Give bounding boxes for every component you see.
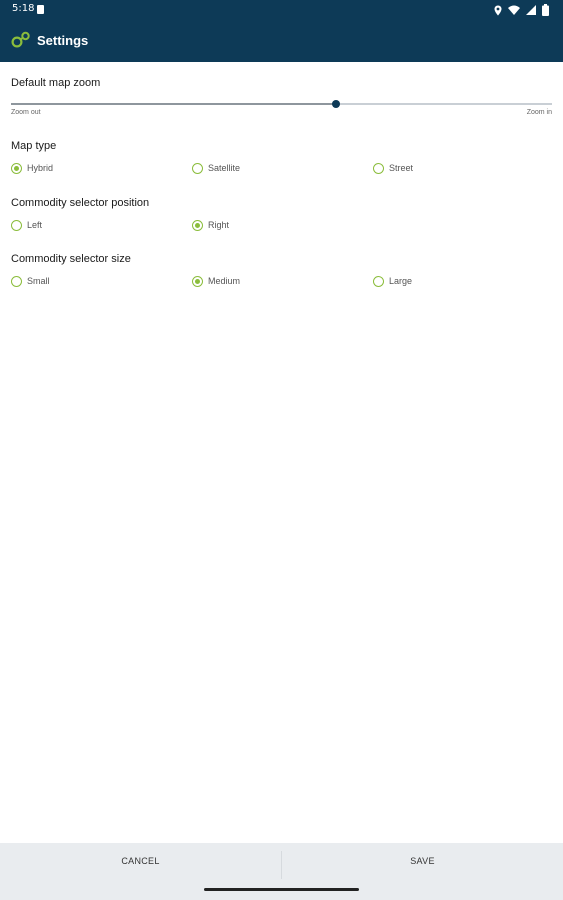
page-title: Settings bbox=[37, 33, 89, 48]
selector-size-option-large[interactable]: Large bbox=[373, 273, 412, 289]
cancel-button[interactable]: CANCEL bbox=[0, 843, 281, 879]
selector-size-group: Small Medium Large bbox=[11, 273, 552, 289]
radio-button[interactable] bbox=[192, 162, 203, 174]
status-time: 5:18 bbox=[12, 3, 35, 14]
selector-position-option-right[interactable]: Right bbox=[192, 217, 229, 233]
app-logo-icon bbox=[11, 31, 30, 48]
selector-size-title: Commodity selector size bbox=[11, 253, 131, 265]
status-bar: 5:18 bbox=[0, 0, 563, 20]
home-indicator[interactable] bbox=[204, 888, 359, 891]
radio-button[interactable] bbox=[373, 275, 384, 287]
radio-label: Small bbox=[27, 276, 50, 286]
status-icons bbox=[494, 3, 549, 17]
location-icon bbox=[494, 5, 502, 15]
signal-icon bbox=[526, 5, 536, 15]
radio-label: Left bbox=[27, 220, 43, 230]
map-type-option-hybrid[interactable]: Hybrid bbox=[11, 160, 53, 176]
zoom-min-label: Zoom out bbox=[11, 109, 41, 116]
save-button[interactable]: SAVE bbox=[282, 843, 563, 879]
selector-size-option-small[interactable]: Small bbox=[11, 273, 50, 289]
zoom-title: Default map zoom bbox=[11, 77, 101, 89]
zoom-slider-thumb[interactable] bbox=[331, 100, 340, 108]
radio-label: Medium bbox=[208, 276, 241, 286]
map-type-option-satellite[interactable]: Satellite bbox=[192, 160, 240, 176]
zoom-slider-fill bbox=[11, 103, 336, 105]
radio-label: Large bbox=[389, 276, 413, 286]
radio-button[interactable] bbox=[11, 162, 22, 174]
radio-label: Satellite bbox=[208, 163, 241, 173]
map-type-title: Map type bbox=[11, 140, 57, 152]
radio-button[interactable] bbox=[11, 219, 22, 231]
sd-card-icon bbox=[37, 5, 44, 14]
selector-position-group: Left Right bbox=[11, 217, 552, 233]
radio-button[interactable] bbox=[11, 275, 22, 287]
battery-icon bbox=[542, 4, 549, 16]
radio-button[interactable] bbox=[192, 219, 203, 231]
zoom-max-label: Zoom in bbox=[526, 109, 552, 116]
bottom-action-bar: CANCEL SAVE bbox=[0, 843, 563, 900]
radio-label: Right bbox=[208, 220, 230, 230]
map-type-group: Hybrid Satellite Street bbox=[11, 160, 552, 176]
radio-button[interactable] bbox=[373, 162, 384, 174]
zoom-slider[interactable] bbox=[11, 100, 552, 108]
selector-position-title: Commodity selector position bbox=[11, 197, 150, 209]
wifi-icon bbox=[508, 5, 520, 15]
radio-label: Street bbox=[389, 163, 414, 173]
radio-button[interactable] bbox=[192, 275, 203, 287]
radio-label: Hybrid bbox=[27, 163, 54, 173]
app-bar: Settings bbox=[0, 20, 563, 62]
map-type-option-street[interactable]: Street bbox=[373, 160, 413, 176]
selector-size-option-medium[interactable]: Medium bbox=[192, 273, 240, 289]
selector-position-option-left[interactable]: Left bbox=[11, 217, 42, 233]
